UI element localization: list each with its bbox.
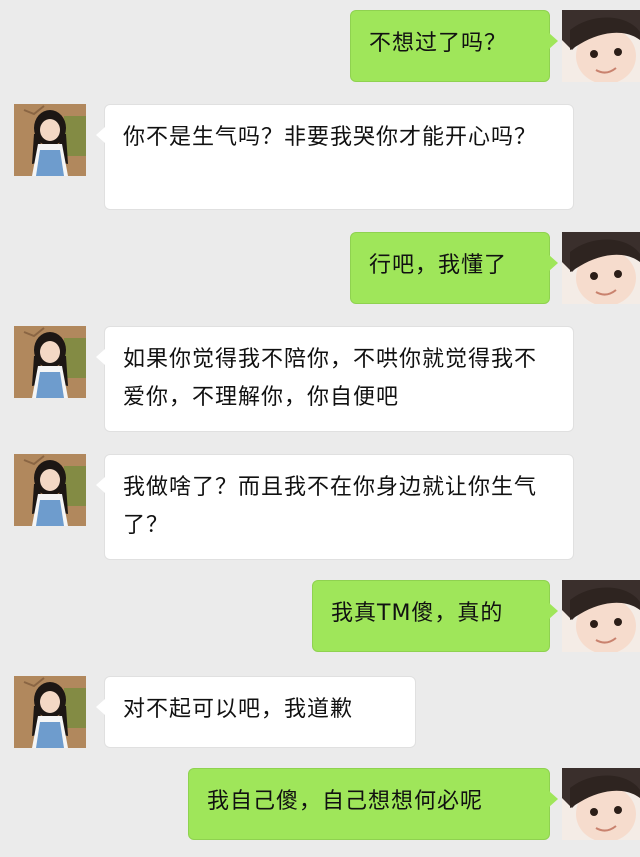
message-bubble-received[interactable]: 对不起可以吧，我道歉	[96, 676, 416, 748]
boy-avatar-icon[interactable]	[562, 10, 640, 82]
message-bubble-sent[interactable]: 我自己傻，自己想想何必呢	[188, 768, 558, 840]
boy-avatar-icon[interactable]	[562, 580, 640, 652]
message-bubble-sent[interactable]: 行吧，我懂了	[350, 232, 558, 304]
message-bubble-received[interactable]: 我做啥了？而且我不在你身边就让你生气了？	[96, 454, 574, 560]
message-bubble-received[interactable]: 如果你觉得我不陪你，不哄你就觉得我不爱你，不理解你，你自便吧	[96, 326, 574, 432]
message-bubble-sent[interactable]: 我真TM傻，真的	[312, 580, 558, 652]
girl-avatar-icon[interactable]	[14, 104, 86, 176]
boy-avatar-icon[interactable]	[562, 768, 640, 840]
message-bubble-sent[interactable]: 不想过了吗？	[350, 10, 558, 82]
boy-avatar-icon[interactable]	[562, 232, 640, 304]
girl-avatar-icon[interactable]	[14, 676, 86, 748]
message-bubble-received[interactable]: 你不是生气吗？非要我哭你才能开心吗？	[96, 104, 574, 210]
girl-avatar-icon[interactable]	[14, 454, 86, 526]
girl-avatar-icon[interactable]	[14, 326, 86, 398]
